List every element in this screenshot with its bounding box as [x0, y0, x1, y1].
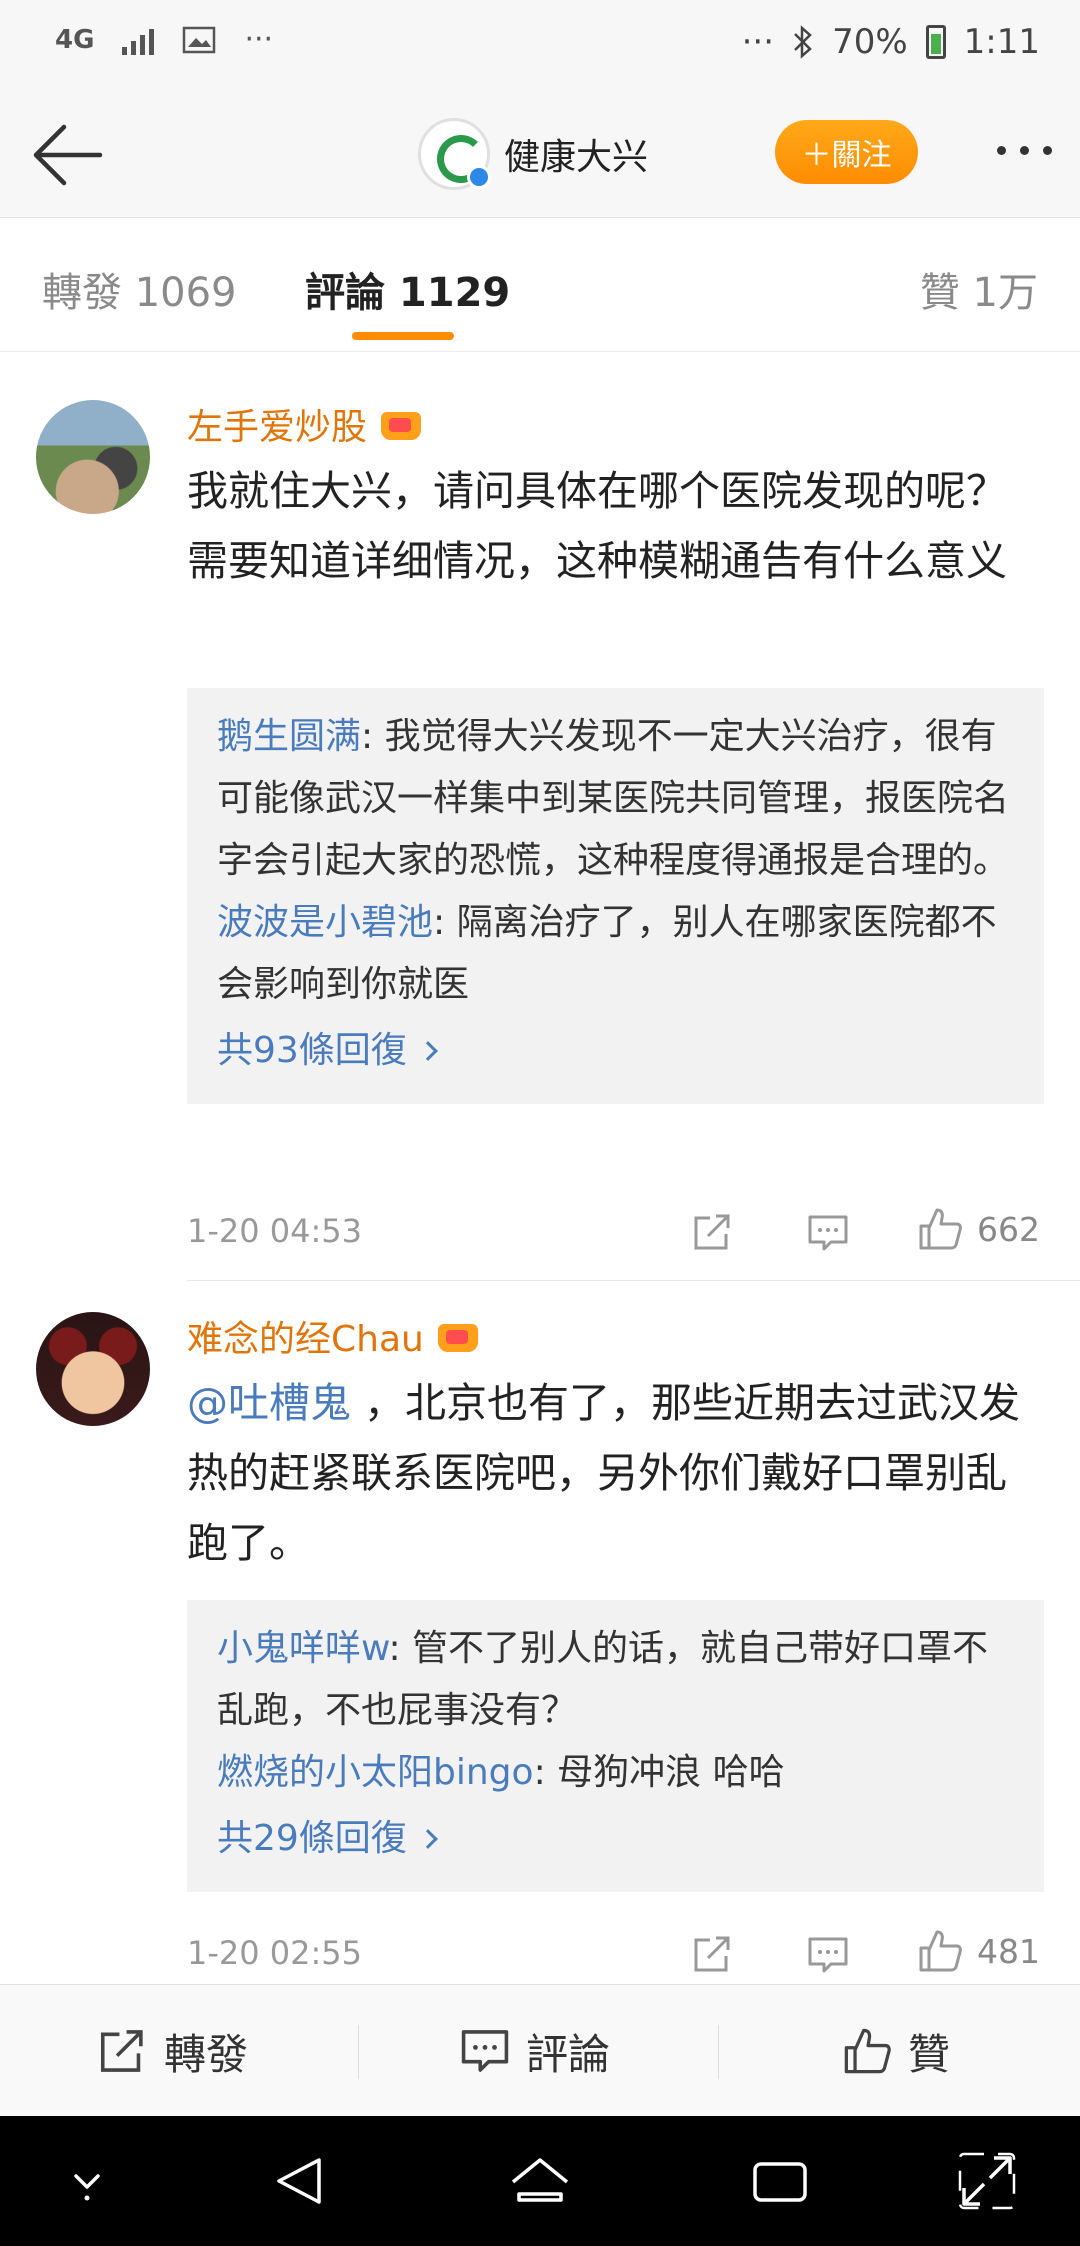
separator: [358, 2025, 359, 2079]
comment-button[interactable]: 評論: [460, 1985, 610, 2117]
view-more-replies-link[interactable]: 共93條回復: [217, 1020, 1014, 1082]
tab-bar: 轉發 1069 評論 1129 贊 1万: [0, 218, 1080, 352]
reply-username[interactable]: 燃烧的小太阳bingo: [217, 1752, 534, 1793]
comment-text: @吐槽鬼 ，北京也有了，那些近期去过武汉发热的赶紧联系医院吧，另外你们戴好口罩别…: [187, 1368, 1047, 1578]
share-icon[interactable]: [692, 1934, 734, 1974]
top-nav: 健康大兴 ＋關注: [0, 92, 1080, 218]
divider: [187, 1280, 1080, 1281]
reply-text: : 母狗冲浪 哈哈: [533, 1752, 785, 1793]
verified-icon: [467, 165, 491, 189]
reply-username[interactable]: 鹅生圆满: [217, 716, 361, 757]
crown-badge-icon: [379, 404, 423, 444]
comment-icon: [461, 2030, 509, 2072]
chevron-right-icon: [417, 1829, 438, 1849]
active-tab-indicator: [352, 332, 454, 340]
network-type: 4G: [55, 24, 95, 55]
tab-repost[interactable]: 轉發 1069: [42, 260, 237, 318]
comment-icon[interactable]: [807, 1936, 849, 1974]
view-more-replies-link[interactable]: 共29條回復: [217, 1808, 1014, 1870]
reply-username[interactable]: 波波是小碧池: [217, 902, 433, 943]
comment-label: 評論: [526, 2029, 611, 2079]
recent-apps-icon[interactable]: [745, 2146, 815, 2216]
reply-item: 鹅生圆满: 我觉得大兴发现不一定大兴治疗，很有可能像武汉一样集中到某医院共同管理…: [217, 706, 1014, 892]
thumbs-up-icon: [919, 1208, 962, 1250]
reply-item: 小鬼咩咩w: 管不了别人的话，就自己带好口罩不乱跑，不也屁事没有？: [217, 1618, 1014, 1742]
like-button[interactable]: 贊: [842, 1985, 950, 2117]
more-replies-label: 共29條回復: [217, 1818, 407, 1859]
reply-item: 波波是小碧池: 隔离治疗了，别人在哪家医院都不会影响到你就医: [217, 892, 1014, 1016]
more-replies-label: 共93條回復: [217, 1030, 407, 1071]
image-icon: [183, 26, 216, 53]
share-icon: [100, 2030, 143, 2072]
reply-username[interactable]: 小鬼咩咩w: [217, 1628, 388, 1669]
account-header[interactable]: 健康大兴: [418, 118, 648, 190]
back-arrow-icon[interactable]: [28, 122, 108, 188]
crown-badge-icon: [436, 1316, 480, 1356]
avatar[interactable]: [36, 400, 150, 514]
battery-percent: 70%: [832, 22, 908, 62]
home-icon[interactable]: [505, 2146, 575, 2216]
follow-button[interactable]: ＋關注: [775, 120, 918, 184]
comment-timestamp: 1-20 04:53: [187, 1212, 363, 1250]
chevron-right-icon: [417, 1041, 438, 1061]
thumbs-up-icon: [844, 2028, 891, 2074]
like-button[interactable]: 481: [917, 1928, 1040, 1974]
comment-text: 我就住大兴，请问具体在哪个医院发现的呢？需要知道详细情况，这种模糊通告有什么意义: [187, 467, 1007, 585]
comment-timestamp: 1-20 02:55: [187, 1934, 363, 1972]
more-options-icon[interactable]: [997, 130, 1052, 170]
repost-button[interactable]: 轉發: [98, 1985, 248, 2117]
comment-meta: 1-20 04:53 662: [187, 1204, 1044, 1264]
repost-label: 轉發: [164, 2029, 249, 2079]
status-bar: 4G ··· ··· 70% 1:11: [0, 0, 1080, 92]
system-nav-bar: [0, 2116, 1080, 2246]
clock: 1:11: [963, 22, 1040, 62]
tab-likes[interactable]: 贊 1万: [920, 260, 1038, 318]
notification-more: ···: [244, 22, 274, 57]
signal-icon: [122, 25, 155, 55]
reply-box[interactable]: 鹅生圆满: 我觉得大兴发现不一定大兴治疗，很有可能像武汉一样集中到某医院共同管理…: [187, 688, 1044, 1104]
like-label: 贊: [908, 2029, 951, 2079]
back-icon[interactable]: [265, 2146, 335, 2216]
avatar[interactable]: [36, 1312, 150, 1426]
like-count: 662: [977, 1209, 1040, 1249]
hide-keyboard-icon[interactable]: [52, 2146, 122, 2216]
bottom-action-bar: 轉發 評論 贊: [0, 1984, 1080, 2116]
share-icon[interactable]: [692, 1212, 734, 1252]
like-button[interactable]: 662: [917, 1206, 1040, 1252]
account-name: 健康大兴: [504, 137, 649, 178]
mention-link[interactable]: @吐槽鬼: [187, 1379, 351, 1427]
status-more: ···: [741, 22, 775, 62]
separator: [718, 2025, 719, 2079]
comment-username[interactable]: 左手爱炒股: [187, 398, 367, 450]
reply-box[interactable]: 小鬼咩咩w: 管不了别人的话，就自己带好口罩不乱跑，不也屁事没有？ 燃烧的小太阳…: [187, 1600, 1044, 1892]
comment-username[interactable]: 难念的经Chau: [187, 1310, 424, 1362]
like-count: 481: [977, 1931, 1040, 1971]
comment-meta: 1-20 02:55 481: [187, 1926, 1044, 1986]
expand-icon[interactable]: [952, 2146, 1022, 2216]
comment-icon[interactable]: [807, 1214, 849, 1252]
bluetooth-icon: [794, 25, 812, 59]
thumbs-up-icon: [919, 1930, 962, 1972]
battery-icon: [925, 25, 946, 59]
reply-item: 燃烧的小太阳bingo: 母狗冲浪 哈哈: [217, 1742, 1014, 1804]
account-logo: [418, 118, 491, 190]
tab-comments[interactable]: 評論 1129: [305, 260, 510, 318]
